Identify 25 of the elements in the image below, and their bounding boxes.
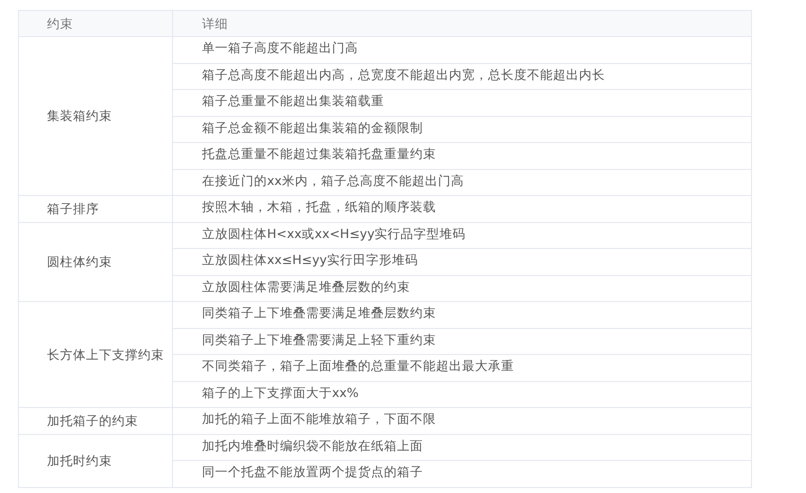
table-cell: 在接近门的xx米内，箱子总高度不能超出门高	[202, 172, 464, 188]
table-cell: 不同类箱子，箱子上面堆叠的总重量不能超出最大承重	[202, 358, 514, 373]
column-header: 约束	[18, 10, 172, 36]
table-cell: 加托的箱子上面不能堆放箱子，下面不限	[202, 411, 436, 426]
table-cell: 圆柱体约束	[47, 254, 112, 269]
table-cell: 加托箱子的约束	[47, 412, 138, 428]
table-cell: 箱子总重量不能超出集装箱载重	[202, 93, 384, 108]
table-cell: 立放圆柱体xx≤H≤yy实行田字形堆码	[202, 252, 418, 267]
table-cell: 箱子总金额不能超出集装箱的金额限制	[202, 120, 423, 134]
table-cell: 立放圆柱体H<xx或xx<H≤yy实行品字型堆码	[202, 226, 466, 240]
column-header: 详细	[172, 10, 752, 36]
table-cell: 按照木轴，木箱，托盘，纸箱的顺序装载	[202, 199, 436, 214]
table-cell: 同类箱子上下堆叠需要满足堆叠层数约束	[202, 305, 436, 320]
table-cell: 同类箱子上下堆叠需要满足上轻下重约束	[202, 332, 436, 346]
table-cell: 箱子总高度不能超出内高，总宽度不能超出内宽，总长度不能超出内长	[202, 66, 605, 82]
table-cell: 箱子排序	[47, 200, 99, 216]
table-cell: 集装箱约束	[47, 108, 112, 123]
table-cell: 同一个托盘不能放置两个提货点的箱子	[202, 464, 423, 479]
table-cell: 长方体上下支撑约束	[47, 346, 164, 362]
table-cell: 加托内堆叠时编织袋不能放在纸箱上面	[202, 438, 423, 452]
table-cell: 箱子的上下支撑面大于xx%	[202, 384, 359, 400]
table-cell: 单一箱子高度不能超出门高	[202, 40, 358, 55]
table-cell: 立放圆柱体需要满足堆叠层数的约束	[202, 278, 410, 294]
table-cell: 加托时约束	[47, 452, 112, 468]
table-cell: 托盘总重量不能超过集装箱托盘重量约束	[202, 146, 436, 161]
